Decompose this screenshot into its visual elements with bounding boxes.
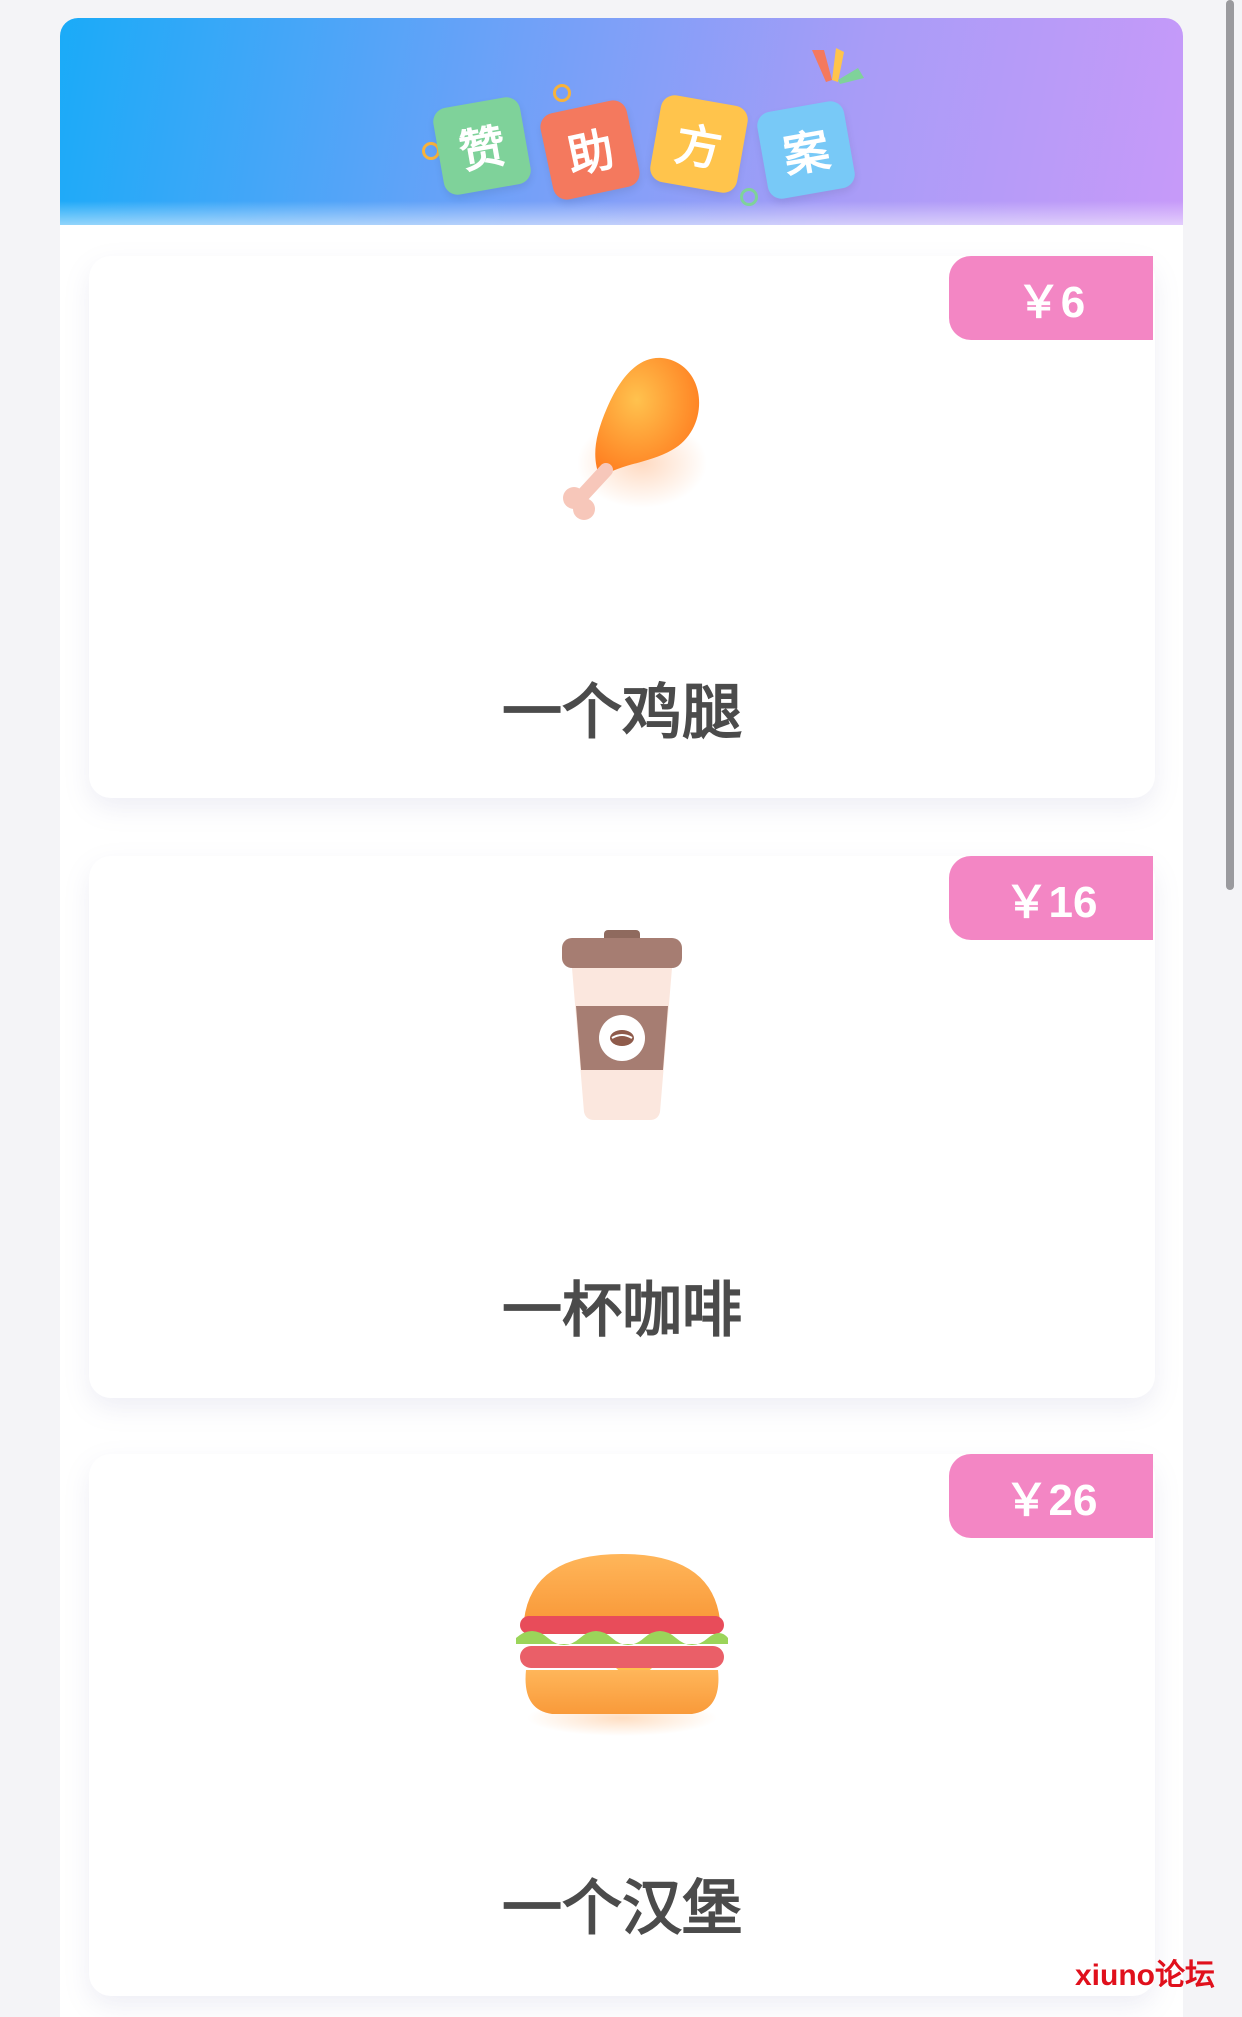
price-badge: ￥26 [949,1454,1153,1538]
plan-card-burger[interactable]: ￥26 一个汉堡 [89,1454,1155,1996]
title-tile-2: 助 [537,97,643,203]
chicken-drumstick-icon [563,357,707,520]
sponsor-plan-title: 赞 助 方 案 [60,18,1183,225]
watermark: xiuno论坛 [1075,1959,1215,1992]
plan-card-chicken[interactable]: ￥6 一个鸡腿 [89,256,1155,798]
plan-label: 一杯咖啡 [502,1276,742,1346]
title-tile-3: 方 [648,93,750,195]
plan-card-coffee[interactable]: ￥16 一杯咖啡 [89,856,1155,1398]
price-badge: ￥6 [949,256,1153,340]
coffee-cup-icon [562,930,682,1120]
price-badge: ￥16 [949,856,1153,940]
sponsor-panel: 赞 助 方 案 ￥6 一个鸡腿 ￥16 一杯咖啡 ￥26 一个汉堡 [60,18,1183,2017]
plan-label: 一个汉堡 [502,1874,742,1944]
page: 赞 助 方 案 ￥6 一个鸡腿 ￥16 一杯咖啡 ￥26 一个汉堡 xiuno论… [0,0,1242,2017]
confetti-icon [812,48,864,84]
plan-label: 一个鸡腿 [502,678,742,748]
decor-ring-icon [740,188,758,206]
decor-ring-icon [553,84,571,102]
hamburger-icon [516,1554,728,1736]
title-tile-1: 赞 [431,95,533,197]
title-tile-4: 案 [755,99,857,201]
scrollbar[interactable] [1226,0,1234,890]
